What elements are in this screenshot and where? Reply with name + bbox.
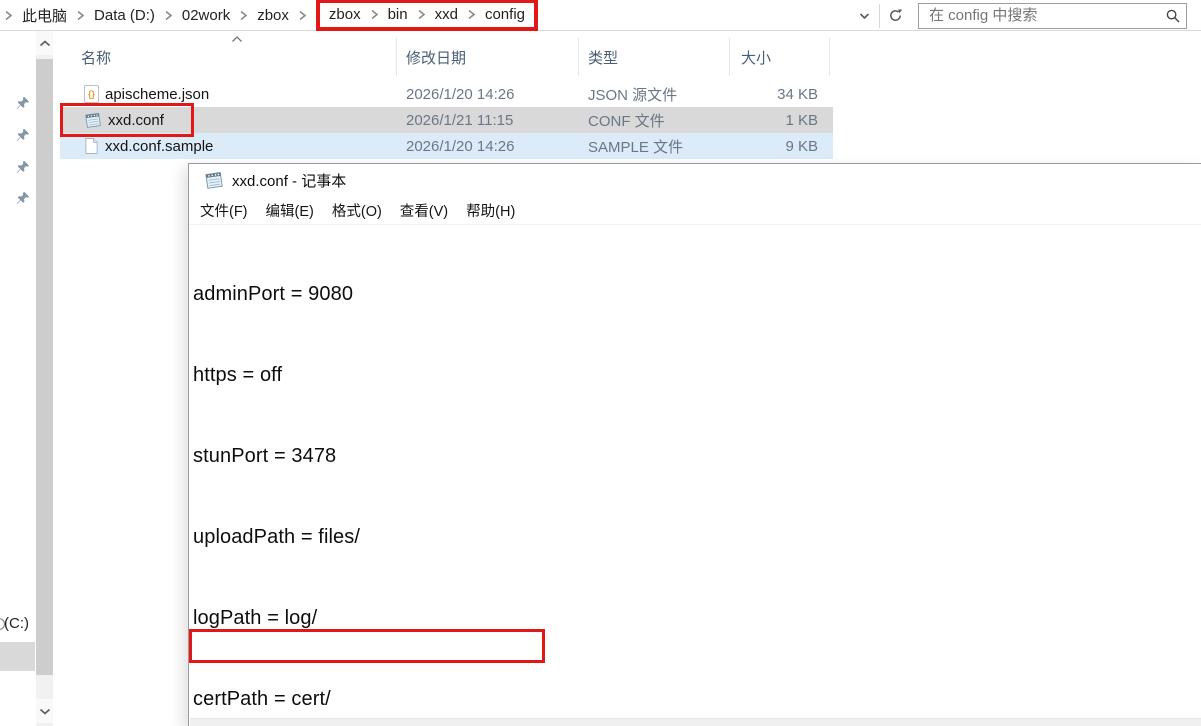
chevron-right-icon — [77, 10, 85, 20]
notepad-app-icon — [205, 172, 223, 189]
file-row-apischeme-json[interactable]: {} apischeme.json 2026/1/20 14:26 JSON 源… — [60, 81, 833, 107]
chevron-up-icon — [39, 39, 50, 46]
pushpin-icon — [16, 128, 30, 142]
chevron-right-icon — [371, 9, 378, 19]
column-type-label: 类型 — [588, 49, 619, 67]
chevron-right-icon — [299, 10, 307, 20]
nav-scrollbar[interactable] — [36, 31, 53, 726]
pushpin-icon — [16, 160, 30, 174]
config-line: stunPort = 3478 — [193, 445, 337, 467]
annotation-box-breadcrumb: zbox bin xxd config — [315, 0, 538, 31]
file-type: CONF 文件 — [588, 112, 665, 130]
file-row-xxd-conf[interactable]: xxd.conf 2026/1/21 11:15 CONF 文件 1 KB — [60, 103, 833, 137]
chevron-right-icon — [5, 10, 13, 20]
notepad-menubar: 文件(F) 编辑(E) 格式(O) 查看(V) 帮助(H) — [189, 196, 1201, 225]
column-date-label: 修改日期 — [406, 49, 467, 67]
config-line: uploadPath = files/ — [193, 526, 361, 548]
search-input[interactable] — [919, 7, 1160, 24]
scroll-down-button[interactable] — [36, 699, 53, 723]
file-name[interactable]: apischeme.json — [105, 86, 209, 103]
breadcrumb: 此电脑 Data (D:) 02work zbox zbox bin xxd c… — [0, 0, 538, 31]
address-divider — [879, 3, 880, 28]
nav-selected-item[interactable] — [0, 642, 35, 671]
menu-view[interactable]: 查看(V) — [391, 196, 457, 224]
explorer-address-bar: 此电脑 Data (D:) 02work zbox zbox bin xxd c… — [0, 0, 1201, 31]
search-box[interactable] — [918, 2, 1187, 29]
navigation-pane: (C:) — [0, 31, 57, 726]
breadcrumb-item-zbox-2[interactable]: zbox — [329, 6, 361, 23]
chevron-down-icon — [859, 12, 869, 19]
notepad-titlebar[interactable]: xxd.conf - 记事本 — [189, 164, 1201, 196]
menu-file[interactable]: 文件(F) — [191, 196, 257, 224]
menu-format[interactable]: 格式(O) — [323, 196, 391, 224]
config-line: certPath = cert/ — [193, 688, 331, 710]
address-dropdown-button[interactable] — [851, 3, 877, 29]
search-icon[interactable] — [1160, 9, 1186, 23]
notepad-window-title: xxd.conf - 记事本 — [232, 172, 347, 190]
file-size: 9 KB — [785, 137, 818, 155]
column-header-date[interactable]: 修改日期 — [397, 38, 579, 76]
file-row-xxd-conf-sample[interactable]: xxd.conf.sample 2026/1/20 14:26 SAMPLE 文… — [60, 133, 833, 159]
column-name-label: 名称 — [81, 49, 112, 67]
nav-item-drive-c[interactable]: (C:) — [4, 615, 29, 632]
notepad-window: xxd.conf - 记事本 文件(F) 编辑(E) 格式(O) 查看(V) 帮… — [188, 163, 1201, 726]
notepad-file-icon — [85, 112, 101, 128]
refresh-icon — [889, 9, 902, 21]
breadcrumb-item-config[interactable]: config — [485, 6, 525, 23]
column-header-size[interactable]: 大小 — [730, 38, 830, 76]
column-header-name[interactable]: 名称 — [60, 36, 397, 76]
chevron-right-icon — [468, 9, 476, 19]
file-date: 2026/1/21 11:15 — [406, 111, 514, 129]
chevron-right-icon — [418, 9, 425, 19]
file-type: JSON 源文件 — [588, 86, 678, 104]
json-braces: {} — [87, 89, 95, 99]
column-header-type[interactable]: 类型 — [579, 38, 730, 76]
sort-ascending-icon — [232, 36, 242, 42]
pushpin-icon — [16, 96, 30, 110]
breadcrumb-item-this-pc[interactable]: 此电脑 — [22, 5, 67, 26]
breadcrumb-item-data-d[interactable]: Data (D:) — [94, 7, 155, 24]
file-name[interactable]: xxd.conf.sample — [105, 138, 213, 155]
breadcrumb-item-xxd[interactable]: xxd — [435, 6, 458, 23]
chevron-down-icon — [39, 708, 50, 715]
column-headers: 名称 修改日期 类型 大小 — [60, 36, 833, 76]
json-file-icon: {} — [84, 85, 99, 103]
scrollbar-thumb[interactable] — [36, 59, 53, 675]
menu-edit[interactable]: 编辑(E) — [257, 196, 323, 224]
config-line: logPath = log/ — [193, 607, 318, 629]
pushpin-icon — [16, 191, 30, 205]
notepad-horizontal-scrollbar[interactable] — [190, 718, 1201, 726]
config-line: https = off — [193, 364, 283, 386]
file-date: 2026/1/20 14:26 — [406, 85, 515, 103]
config-line: adminPort = 9080 — [193, 283, 354, 305]
plain-file-icon — [85, 138, 98, 154]
file-name[interactable]: xxd.conf — [108, 112, 164, 129]
chevron-right-icon — [165, 10, 173, 20]
breadcrumb-item-bin[interactable]: bin — [388, 6, 408, 23]
column-size-label: 大小 — [741, 49, 772, 67]
file-size: 1 KB — [785, 111, 818, 129]
notepad-text-area[interactable]: adminPort = 9080 https = off stunPort = … — [190, 227, 1201, 718]
scroll-up-button[interactable] — [36, 31, 53, 55]
file-size: 34 KB — [777, 85, 818, 103]
breadcrumb-item-02work[interactable]: 02work — [182, 7, 230, 24]
breadcrumb-item-zbox[interactable]: zbox — [257, 7, 289, 24]
file-type: SAMPLE 文件 — [588, 138, 684, 156]
chevron-right-icon — [240, 10, 248, 20]
menu-help[interactable]: 帮助(H) — [457, 196, 524, 224]
refresh-button[interactable] — [882, 3, 908, 29]
file-date: 2026/1/20 14:26 — [406, 137, 515, 155]
